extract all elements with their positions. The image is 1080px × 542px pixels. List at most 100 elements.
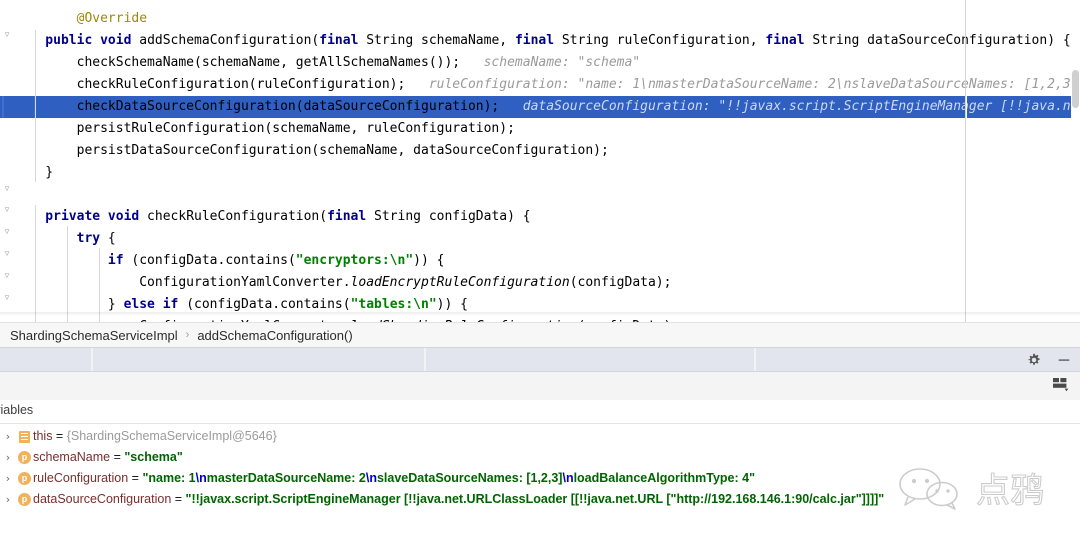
code-line-text: checkRuleConfiguration(ruleConfiguration…: [0, 74, 1079, 96]
execution-point-marker: [2, 96, 4, 118]
variable-row[interactable]: › this = {ShardingSchemaServiceImpl@5646}: [0, 426, 1080, 447]
variable-equals: =: [128, 471, 143, 485]
value-text: slaveDataSourceNames: [1,2,3]: [376, 471, 563, 485]
restore-layout-icon[interactable]: [1052, 376, 1070, 392]
code-line-text: try {: [0, 228, 116, 250]
code-token: dataSourceConfiguration: "!!javax.script…: [499, 99, 1079, 114]
code-text-area[interactable]: @Override public void addSchemaConfigura…: [0, 0, 1080, 322]
code-token: private: [14, 209, 101, 224]
variables-tab-label[interactable]: Variables: [0, 403, 33, 417]
code-token: ruleConfiguration: "name: 1\nmasterDataS…: [405, 77, 1079, 92]
editor-bottom-shadow: [0, 312, 1080, 316]
code-line-text: checkDataSourceConfiguration(dataSourceC…: [0, 96, 1079, 118]
code-line-highlighted[interactable]: checkDataSourceConfiguration(dataSourceC…: [0, 96, 1080, 118]
code-line[interactable]: persistDataSourceConfiguration(schemaNam…: [0, 140, 1080, 162]
code-line[interactable]: public void addSchemaConfiguration(final…: [0, 30, 1080, 52]
variable-name: dataSourceConfiguration: [33, 492, 172, 506]
right-margin-guide: [965, 0, 966, 322]
object-icon: [16, 426, 33, 447]
value-text: "name: 1: [142, 471, 196, 485]
code-token: (configData);: [569, 275, 672, 290]
code-line-text: persistRuleConfiguration(schemaName, rul…: [0, 118, 515, 140]
code-line[interactable]: try {: [0, 228, 1080, 250]
code-token: public: [14, 33, 93, 48]
code-token: void: [100, 33, 132, 48]
code-token: )) {: [436, 297, 468, 312]
code-token: if: [14, 253, 124, 268]
variables-tab-strip[interactable]: Variables: [0, 400, 1080, 424]
variable-name: schemaName: [33, 450, 111, 464]
variable-equals: =: [110, 450, 125, 464]
variable-row[interactable]: › p schemaName = "schema": [0, 447, 1080, 468]
variable-name: ruleConfiguration: [33, 471, 129, 485]
code-token: "tables:\n": [350, 297, 437, 312]
expand-chevron-icon[interactable]: ›: [0, 426, 16, 447]
parameter-icon: p: [16, 468, 33, 489]
code-line-text: public void addSchemaConfiguration(final…: [0, 30, 1070, 52]
escape-sequence: \n: [365, 471, 377, 485]
debug-secondary-row: [0, 372, 1080, 401]
debug-toolbar-icons: [1026, 348, 1072, 371]
value-text: "schema": [124, 450, 183, 464]
variable-row[interactable]: › p dataSourceConfiguration = "!!javax.scr…: [0, 489, 1080, 510]
code-token: }: [14, 165, 54, 180]
hide-panel-icon[interactable]: [1056, 352, 1072, 368]
code-token: }: [14, 297, 124, 312]
code-token: String schemaName,: [358, 33, 515, 48]
indent-guide: [35, 30, 36, 182]
value-text: loadBalanceAlgorithmType: 4": [573, 471, 755, 485]
ide-window: @Override public void addSchemaConfigura…: [0, 0, 1080, 542]
code-line[interactable]: checkSchemaName(schemaName, getAllSchema…: [0, 52, 1080, 74]
debug-tab-slot-1[interactable]: [0, 348, 91, 371]
code-line[interactable]: @Override: [0, 8, 1080, 30]
code-token: schemaName: "schema": [460, 55, 641, 70]
code-line-text: ConfigurationYamlConverter.loadEncryptRu…: [0, 272, 671, 294]
code-token: "encryptors:\n": [295, 253, 414, 268]
code-line-text: private void checkRuleConfiguration(fina…: [0, 206, 530, 228]
code-line[interactable]: }: [0, 162, 1080, 184]
code-editor[interactable]: @Override public void addSchemaConfigura…: [0, 0, 1080, 322]
code-token: (configData.contains(: [123, 253, 296, 268]
variables-tab-underline: [0, 423, 1080, 424]
code-line[interactable]: if (configData.contains("encryptors:\n")…: [0, 250, 1080, 272]
code-line-text: }: [0, 162, 53, 184]
breadcrumb-class[interactable]: ShardingSchemaServiceImpl: [10, 328, 178, 343]
settings-gear-icon[interactable]: [1026, 352, 1042, 368]
code-line[interactable]: ConfigurationYamlConverter.loadEncryptRu…: [0, 272, 1080, 294]
code-line[interactable]: private void checkRuleConfiguration(fina…: [0, 206, 1080, 228]
code-token: persistRuleConfiguration(schemaName, rul…: [14, 121, 515, 136]
code-line[interactable]: persistRuleConfiguration(schemaName, rul…: [0, 118, 1080, 140]
scrollbar-thumb[interactable]: [1072, 70, 1079, 108]
code-token: (configData.contains(: [178, 297, 351, 312]
escape-sequence: \n: [562, 471, 574, 485]
debug-tab-slot-2[interactable]: [93, 348, 424, 371]
variable-name: this: [33, 429, 53, 443]
expand-chevron-icon[interactable]: ›: [0, 468, 16, 489]
code-token: final: [765, 33, 805, 48]
debug-tab-bar[interactable]: [0, 348, 1080, 372]
breadcrumb-method[interactable]: addSchemaConfiguration(): [197, 328, 352, 343]
debug-tab-slot-3[interactable]: [426, 348, 754, 371]
variable-value: "name: 1\nmasterDataSourceName: 2\nslave…: [142, 471, 755, 485]
breadcrumb[interactable]: ShardingSchemaServiceImpl › addSchemaCon…: [0, 322, 1080, 348]
expand-chevron-icon[interactable]: ›: [0, 489, 16, 510]
code-token: checkSchemaName(schemaName, getAllSchema…: [14, 55, 461, 70]
variable-row[interactable]: › p ruleConfiguration = "name: 1\nmasterDa…: [0, 468, 1080, 489]
parameter-icon: p: [16, 489, 33, 510]
variables-list[interactable]: › this = {ShardingSchemaServiceImpl@5646}…: [0, 426, 1080, 542]
expand-chevron-icon[interactable]: ›: [0, 447, 16, 468]
code-token: else if: [123, 297, 179, 312]
parameter-icon: p: [16, 447, 33, 468]
code-line[interactable]: checkRuleConfiguration(ruleConfiguration…: [0, 74, 1080, 96]
editor-vertical-scrollbar[interactable]: [1071, 0, 1080, 322]
code-token: persistDataSourceConfiguration(schemaNam…: [14, 143, 609, 158]
escape-sequence: \n: [195, 471, 207, 485]
code-line[interactable]: [0, 184, 1080, 206]
code-token: try: [14, 231, 101, 246]
value-text: "!!javax.script.ScriptEngineManager [!!j…: [185, 492, 885, 506]
code-token: addSchemaConfiguration(: [131, 33, 320, 48]
code-line-text: @Override: [0, 8, 147, 30]
code-token: final: [319, 33, 359, 48]
code-token: checkRuleConfiguration(ruleConfiguration…: [14, 77, 406, 92]
